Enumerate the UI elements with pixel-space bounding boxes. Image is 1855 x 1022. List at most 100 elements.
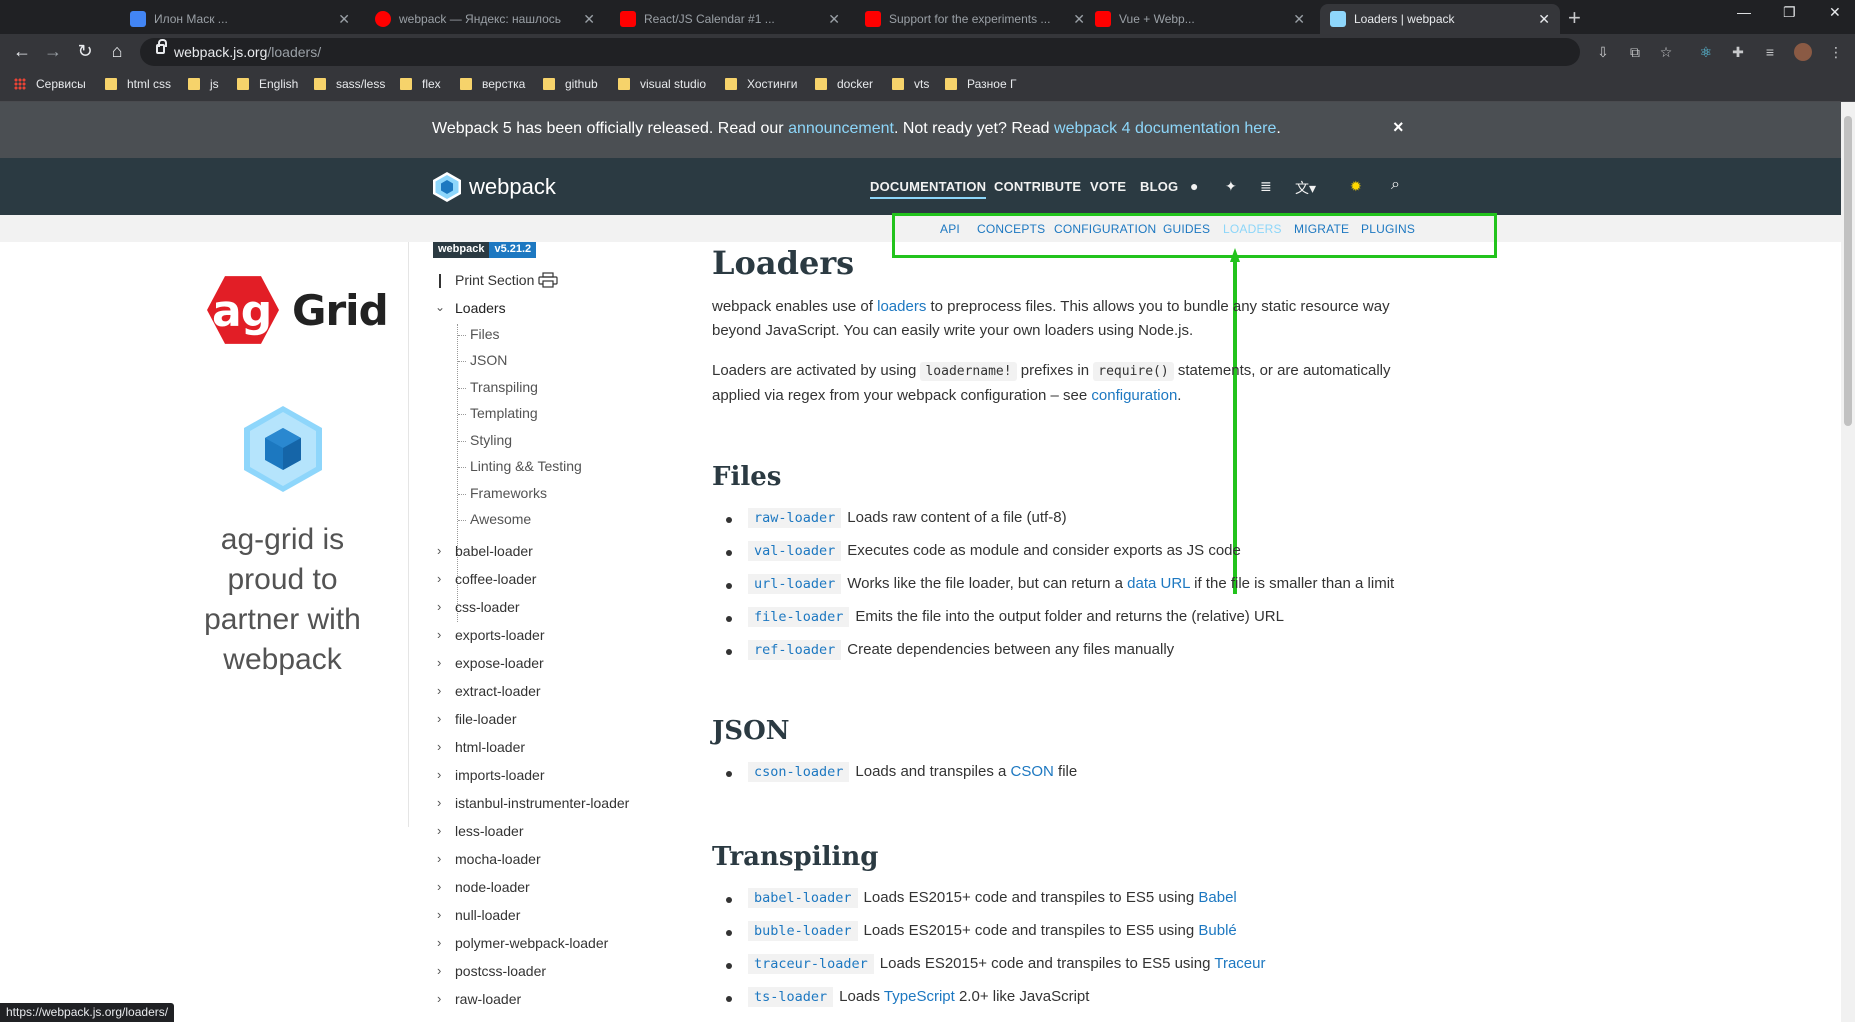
reading-list-icon[interactable]: ≡: [1762, 44, 1778, 60]
sidebar-item[interactable]: › null-loader: [437, 907, 520, 923]
menu-icon[interactable]: ⋮: [1828, 44, 1844, 60]
sidebar-item[interactable]: › raw-loader: [437, 991, 521, 1007]
install-icon[interactable]: ⇩: [1595, 44, 1611, 60]
window-close-icon[interactable]: ✕: [1829, 4, 1841, 21]
sidebar-subitem-linting[interactable]: Linting && Testing: [458, 458, 582, 474]
loader-link[interactable]: traceur-loader: [748, 954, 874, 974]
loader-link[interactable]: raw-loader: [748, 508, 842, 528]
reload-icon[interactable]: ↻: [74, 41, 96, 62]
bookmark-folder[interactable]: flex: [400, 77, 441, 91]
search-icon[interactable]: ⌕: [1391, 176, 1400, 194]
sidebar-item[interactable]: › postcss-loader: [437, 963, 546, 979]
sidebar-item[interactable]: › coffee-loader: [437, 571, 536, 587]
extensions-icon[interactable]: ✚: [1730, 44, 1746, 60]
tab-close-icon[interactable]: ✕: [828, 11, 840, 28]
bookmark-folder[interactable]: html css: [105, 77, 171, 91]
sidebar-item[interactable]: › css-loader: [437, 599, 520, 615]
bookmark-folder[interactable]: github: [543, 77, 598, 91]
ag-grid-logo[interactable]: ag Grid: [207, 272, 389, 350]
bookmark-folder[interactable]: vts: [892, 77, 929, 91]
twitter-icon[interactable]: ✦: [1225, 178, 1237, 195]
scrollbar-thumb[interactable]: [1844, 116, 1852, 426]
loader-link[interactable]: buble-loader: [748, 921, 858, 941]
new-tab-button[interactable]: +: [1568, 5, 1581, 31]
tab-close-icon[interactable]: ✕: [1073, 11, 1085, 28]
nav-documentation[interactable]: DOCUMENTATION: [870, 179, 987, 199]
language-icon[interactable]: 文▾: [1295, 178, 1316, 198]
sidebar-section-loaders[interactable]: ⌄ Loaders: [435, 300, 506, 316]
bookmark-apps[interactable]: Сервисы: [14, 77, 86, 91]
babel-link[interactable]: Babel: [1198, 889, 1236, 906]
sidebar-item[interactable]: › exports-loader: [437, 627, 545, 643]
loader-link[interactable]: cson-loader: [748, 762, 850, 782]
bookmark-star-icon[interactable]: ☆: [1658, 44, 1674, 60]
browser-tab[interactable]: React/JS Calendar #1 ... ✕: [610, 4, 850, 34]
bookmark-folder[interactable]: Разное Г: [945, 77, 1016, 91]
back-icon[interactable]: ←: [11, 41, 33, 62]
restore-icon[interactable]: ❐: [1783, 4, 1796, 21]
sidebar-subitem-transpiling[interactable]: Transpiling: [458, 379, 538, 395]
loader-link[interactable]: babel-loader: [748, 888, 858, 908]
avatar[interactable]: [1794, 43, 1812, 61]
sidebar-subitem-files[interactable]: Files: [458, 326, 500, 342]
browser-tab[interactable]: Support for the experiments ... ✕: [855, 4, 1095, 34]
loader-link[interactable]: file-loader: [748, 607, 850, 627]
bookmark-folder[interactable]: visual studio: [618, 77, 706, 91]
browser-tab-active[interactable]: Loaders | webpack ✕: [1320, 4, 1560, 34]
address-bar[interactable]: webpack.js.org/loaders/: [140, 38, 1580, 66]
loader-link[interactable]: url-loader: [748, 574, 842, 594]
home-icon[interactable]: ⌂: [106, 41, 128, 62]
webpack-logo[interactable]: webpack: [432, 171, 556, 203]
sidebar-subitem-frameworks[interactable]: Frameworks: [457, 485, 547, 501]
sidebar-subitem-templating[interactable]: Templating: [458, 405, 538, 421]
loaders-link[interactable]: loaders: [877, 298, 926, 315]
loader-link[interactable]: ts-loader: [748, 987, 834, 1007]
theme-icon[interactable]: ✹: [1350, 178, 1362, 195]
sidebar-item[interactable]: › babel-loader: [437, 543, 533, 559]
sidebar-item[interactable]: › extract-loader: [437, 683, 541, 699]
minimize-icon[interactable]: —: [1737, 4, 1751, 20]
buble-link[interactable]: Bublé: [1198, 922, 1236, 939]
page-scrollbar[interactable]: [1841, 102, 1855, 1022]
tab-close-icon[interactable]: ✕: [1293, 11, 1305, 28]
translate-icon[interactable]: ⧉: [1627, 44, 1643, 60]
cson-link[interactable]: CSON: [1011, 763, 1054, 780]
tab-close-icon[interactable]: ✕: [338, 11, 350, 28]
browser-tab[interactable]: Vue + Webp... ✕: [1085, 4, 1315, 34]
bookmark-folder[interactable]: English: [237, 77, 298, 91]
loader-link[interactable]: ref-loader: [748, 640, 842, 660]
webpack4-docs-link[interactable]: webpack 4 documentation here: [1054, 120, 1276, 137]
sidebar-item[interactable]: › mocha-loader: [437, 851, 541, 867]
nav-contribute[interactable]: CONTRIBUTE: [994, 179, 1081, 194]
sidebar-subitem-json[interactable]: JSON: [457, 352, 507, 368]
bookmark-folder[interactable]: Хостинги: [725, 77, 797, 91]
browser-tab[interactable]: webpack — Яндекс: нашлось ✕: [365, 4, 605, 34]
sidebar-item[interactable]: › node-loader: [437, 879, 530, 895]
bookmark-folder[interactable]: sass/less: [314, 77, 385, 91]
github-icon[interactable]: ●: [1190, 178, 1198, 194]
sidebar-item[interactable]: › file-loader: [437, 711, 516, 727]
sidebar-item[interactable]: › polymer-webpack-loader: [437, 935, 608, 951]
bookmark-folder[interactable]: верстка: [460, 77, 525, 91]
tab-close-icon[interactable]: ✕: [583, 11, 595, 28]
sidebar-item[interactable]: › istanbul-instrumenter-loader: [437, 795, 629, 811]
bookmark-folder[interactable]: docker: [815, 77, 873, 91]
sidebar-item[interactable]: › expose-loader: [437, 655, 544, 671]
tab-close-icon[interactable]: ✕: [1538, 11, 1550, 28]
browser-tab[interactable]: Илон Маск ... ✕: [120, 4, 360, 34]
stackoverflow-icon[interactable]: ≣: [1260, 178, 1272, 195]
react-devtools-icon[interactable]: ⚛: [1698, 44, 1714, 60]
sidebar-item[interactable]: › html-loader: [437, 739, 525, 755]
bookmark-folder[interactable]: js: [188, 77, 219, 91]
nav-blog[interactable]: BLOG: [1140, 179, 1178, 194]
announcement-link[interactable]: announcement: [788, 120, 894, 137]
configuration-link[interactable]: configuration: [1091, 387, 1177, 404]
data-url-link[interactable]: data URL: [1127, 575, 1190, 592]
sidebar-item[interactable]: › less-loader: [437, 823, 523, 839]
sidebar-subitem-awesome[interactable]: Awesome: [457, 511, 531, 527]
nav-vote[interactable]: VOTE: [1090, 179, 1126, 194]
close-notice-button[interactable]: ×: [1393, 117, 1404, 138]
sidebar-subitem-styling[interactable]: Styling: [457, 432, 512, 448]
sidebar-item[interactable]: › imports-loader: [437, 767, 544, 783]
typescript-link[interactable]: TypeScript: [884, 988, 955, 1005]
